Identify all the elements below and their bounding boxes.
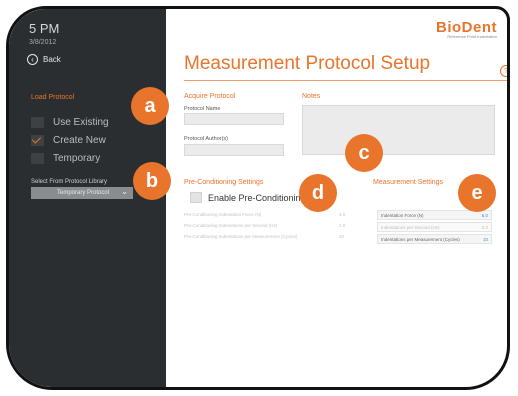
precond-param-value[interactable]: 2.0 bbox=[339, 223, 345, 228]
callout-b: b bbox=[133, 162, 171, 200]
option-use-existing[interactable]: Use Existing bbox=[31, 117, 109, 128]
preconditioning-title: Pre-Conditioning Settings bbox=[184, 179, 264, 186]
measurement-settings-title: Measurement Settings bbox=[373, 179, 444, 186]
option-label: Create New bbox=[53, 135, 106, 146]
callout-e: e bbox=[458, 174, 496, 212]
help-icon[interactable]: ? bbox=[500, 65, 507, 77]
checkbox-icon bbox=[31, 153, 44, 164]
notes-title: Notes bbox=[302, 93, 321, 100]
enable-preconditioning-checkbox[interactable]: Enable Pre-Conditioning bbox=[190, 192, 306, 203]
precond-param-label: Pre-Conditioning Indentations per Second… bbox=[184, 223, 278, 228]
back-button[interactable]: ‹ Back bbox=[27, 54, 61, 65]
callout-a: a bbox=[131, 87, 169, 125]
measurement-value: 10 bbox=[482, 236, 488, 242]
precond-param-label: Pre-Conditioning Indentation Force (N) bbox=[184, 212, 262, 217]
checkmark-icon bbox=[31, 135, 44, 146]
chevron-down-icon: ⌄ bbox=[121, 187, 128, 196]
protocol-authors-label: Protocol Author(s) bbox=[184, 136, 229, 142]
checkbox-icon bbox=[190, 192, 202, 203]
protocol-library-value: Temporary Protocol bbox=[57, 190, 110, 196]
load-protocol-title: Load Protocol bbox=[31, 94, 75, 101]
callout-c: c bbox=[345, 134, 383, 172]
page-title: Measurement Protocol Setup bbox=[184, 53, 431, 74]
measurement-value: 2.0 bbox=[481, 224, 488, 230]
title-divider bbox=[184, 80, 507, 81]
checkbox-icon bbox=[31, 117, 44, 128]
sidebar: 5 PM 3/8/2012 ‹ Back Load Protocol Use E… bbox=[9, 9, 166, 387]
protocol-authors-input[interactable] bbox=[184, 144, 284, 156]
option-temporary[interactable]: Temporary bbox=[31, 153, 100, 164]
enable-preconditioning-label: Enable Pre-Conditioning bbox=[208, 192, 306, 203]
clock-time: 5 PM bbox=[29, 21, 60, 36]
measurement-label: Indentations per Second (Hz) bbox=[381, 224, 440, 230]
option-label: Temporary bbox=[53, 153, 101, 164]
acquire-protocol-title: Acquire Protocol bbox=[184, 93, 236, 100]
measurement-row[interactable]: Indentations per Measurement (Cycles) 10 bbox=[377, 234, 492, 244]
measurement-row[interactable]: Indentations per Second (Hz) 2.0 bbox=[377, 222, 492, 232]
protocol-name-label: Protocol Name bbox=[184, 106, 221, 112]
measurement-value: 6.0 bbox=[481, 212, 488, 218]
brand-logo: BioDent Reference Point Indentation bbox=[436, 19, 497, 39]
option-create-new[interactable]: Create New bbox=[31, 135, 106, 146]
measurement-label: Indentations per Measurement (Cycles) bbox=[381, 236, 460, 242]
protocol-library-select[interactable]: Temporary Protocol ⌄ bbox=[31, 187, 133, 199]
back-arrow-icon: ‹ bbox=[27, 54, 38, 65]
option-label: Use Existing bbox=[53, 117, 109, 128]
measurement-label: Indentation Force (N) bbox=[381, 212, 424, 218]
precond-param-value[interactable]: 4.0 bbox=[339, 212, 345, 217]
precond-param-value[interactable]: 10 bbox=[339, 234, 344, 239]
notes-textarea[interactable] bbox=[302, 105, 495, 155]
clock-date: 3/8/2012 bbox=[29, 39, 57, 46]
protocol-name-input[interactable] bbox=[184, 113, 284, 125]
precond-param-label: Pre-Conditioning Indentations per Measur… bbox=[184, 234, 298, 239]
back-label: Back bbox=[43, 55, 61, 64]
callout-d: d bbox=[299, 174, 337, 212]
protocol-library-label: Select From Protocol Library bbox=[31, 179, 108, 185]
app-window: 5 PM 3/8/2012 ‹ Back Load Protocol Use E… bbox=[6, 6, 510, 390]
